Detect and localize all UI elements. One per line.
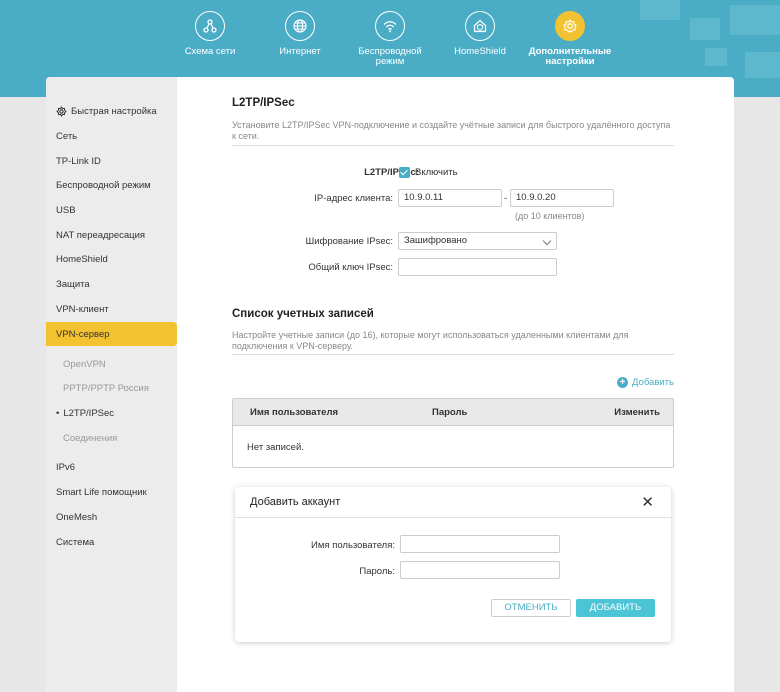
homeshield-icon (465, 11, 495, 41)
enable-checkbox[interactable] (399, 167, 410, 178)
sidebar-item-usb[interactable]: USB (56, 205, 76, 216)
sidebar-item-label: VPN-сервер (56, 329, 110, 340)
nav-network-map[interactable]: Схема сети (165, 11, 255, 57)
header-decoration (730, 5, 780, 35)
ipsec-psk-input[interactable] (398, 258, 557, 276)
nav-label: HomeShield (454, 46, 506, 57)
nav-advanced[interactable]: Дополнительные настройки (525, 11, 615, 67)
plus-icon: + (617, 377, 628, 388)
wifi-icon (375, 11, 405, 41)
sidebar-sub-pptp[interactable]: PPTP/PPTP Россия (63, 383, 149, 394)
accounts-description: Настройте учетные записи (до 16), которы… (232, 330, 629, 351)
column-username: Имя пользователя (250, 407, 339, 418)
globe-icon (285, 11, 315, 41)
dialog-title: Добавить аккаунт (250, 496, 341, 508)
enable-checkbox-label: Включить (415, 167, 458, 178)
header-decoration (640, 0, 680, 20)
sidebar-sub-connections[interactable]: Соединения (63, 433, 117, 444)
client-ip-end-input[interactable]: 10.9.0.20 (510, 189, 614, 207)
header-decoration (705, 48, 727, 66)
nav-label: Схема сети (184, 46, 236, 57)
client-ip-label: IP-адрес клиента: (314, 193, 393, 204)
sidebar-item-smart-life[interactable]: Smart Life помощник (56, 487, 147, 498)
client-ip-start-input[interactable]: 10.9.0.11 (398, 189, 502, 207)
sidebar-item-vpn-server[interactable]: VPN-сервер (46, 322, 177, 346)
chevron-down-icon (542, 236, 552, 246)
sidebar-item-wireless[interactable]: Беспроводной режим (56, 180, 151, 191)
close-icon[interactable]: ✕ (641, 493, 654, 511)
divider (232, 145, 674, 146)
gear-icon (555, 11, 585, 41)
column-edit: Изменить (614, 407, 660, 418)
network-map-icon (195, 11, 225, 41)
password-label: Пароль: (359, 566, 395, 577)
sidebar-item-vpn-client[interactable]: VPN-клиент (56, 304, 109, 315)
sidebar-item-tplink-id[interactable]: TP-Link ID (56, 156, 101, 167)
sidebar-item-homeshield[interactable]: HomeShield (56, 254, 108, 265)
section-description: Установите L2TP/IPSec VPN-подключение и … (232, 120, 671, 141)
sidebar-item-ipv6[interactable]: IPv6 (56, 462, 75, 473)
password-input[interactable] (400, 561, 560, 579)
nav-label: Дополнительные настройки (528, 46, 612, 67)
ipsec-encryption-select[interactable]: Зашифровано (398, 232, 557, 250)
add-button[interactable]: ДОБАВИТЬ (576, 599, 655, 617)
nav-homeshield[interactable]: HomeShield (435, 11, 525, 57)
ipsec-encryption-label: Шифрование IPsec: (305, 236, 394, 247)
username-label: Имя пользователя: (311, 540, 395, 551)
sidebar-item-label: Быстрая настройка (71, 106, 157, 117)
sidebar-item-network[interactable]: Сеть (56, 131, 77, 142)
header-decoration (690, 18, 720, 40)
add-account-dialog: Добавить аккаунт ✕ Имя пользователя: Пар… (235, 487, 671, 642)
add-account-label: Добавить (632, 377, 674, 388)
divider (235, 517, 671, 518)
header-decoration (745, 52, 780, 78)
ipsec-encryption-value: Зашифровано (404, 235, 468, 246)
nav-internet[interactable]: Интернет (255, 11, 345, 57)
sidebar-item-quick-setup[interactable]: Быстрая настройка (56, 106, 157, 117)
sidebar-item-security[interactable]: Защита (56, 279, 90, 290)
sidebar: Быстрая настройка Сеть TP-Link ID Беспро… (46, 77, 177, 692)
table-header: Имя пользователя Пароль Изменить (233, 399, 673, 426)
section-title: L2TP/IPSec (232, 97, 295, 109)
sidebar-sub-openvpn[interactable]: OpenVPN (63, 359, 106, 370)
nav-label: Беспроводной режим (358, 46, 422, 67)
accounts-title: Список учетных записей (232, 308, 374, 320)
divider (232, 354, 674, 355)
column-password: Пароль (432, 407, 468, 418)
sidebar-item-nat[interactable]: NAT переадресация (56, 230, 145, 241)
ipsec-psk-label: Общий ключ IPsec: (308, 262, 393, 273)
empty-table-message: Нет записей. (247, 442, 304, 453)
client-limit-hint: (до 10 клиентов) (515, 211, 585, 221)
sidebar-item-onemesh[interactable]: OneMesh (56, 512, 97, 523)
ip-range-separator: - (504, 193, 508, 204)
nav-label: Интернет (279, 46, 321, 57)
sidebar-item-system[interactable]: Система (56, 537, 94, 548)
gear-icon (56, 106, 67, 117)
add-account-button[interactable]: + Добавить (617, 377, 674, 388)
nav-wireless[interactable]: Беспроводной режим (345, 11, 435, 67)
accounts-table: Имя пользователя Пароль Изменить Нет зап… (232, 398, 674, 468)
cancel-button[interactable]: ОТМЕНИТЬ (491, 599, 571, 617)
username-input[interactable] (400, 535, 560, 553)
sidebar-sub-l2tp[interactable]: L2TP/IPSec (56, 408, 114, 419)
